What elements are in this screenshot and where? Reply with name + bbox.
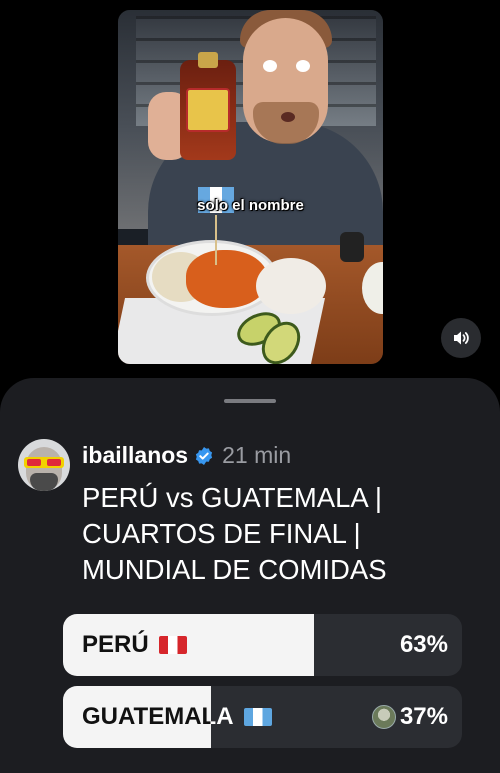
- sound-toggle-button[interactable]: [441, 318, 481, 358]
- poll-option-label-wrap: GUATEMALA: [82, 686, 272, 748]
- title-line: PERÚ vs GUATEMALA |: [82, 482, 383, 513]
- post-time: 21 min: [222, 442, 292, 468]
- video-caption: solo el nombre: [197, 197, 304, 214]
- poll-percent-text: 37%: [399, 703, 448, 730]
- poll-option-peru[interactable]: PERÚ 63%: [63, 614, 462, 676]
- poll-percent: 63%: [400, 614, 448, 676]
- video-frame: [118, 10, 383, 364]
- peru-flag-icon: [158, 636, 187, 654]
- poll-option-label: GUATEMALA: [82, 703, 234, 730]
- title-line: MUNDIAL DE COMIDAS: [82, 554, 387, 585]
- guatemala-flag-icon: [243, 708, 272, 726]
- poll-option-label: PERÚ: [82, 631, 149, 658]
- poll-percent: 37%: [371, 686, 448, 748]
- video-player[interactable]: solo el nombre: [118, 10, 383, 364]
- title-line: CUARTOS DE FINAL |: [82, 518, 361, 549]
- poll-option-label-wrap: PERÚ: [82, 614, 187, 676]
- voter-avatar: [371, 705, 396, 729]
- avatar[interactable]: [18, 439, 70, 491]
- poll-percent-text: 63%: [399, 631, 448, 658]
- speaker-icon: [454, 331, 469, 345]
- post-title: PERÚ vs GUATEMALA | CUARTOS DE FINAL | M…: [82, 480, 487, 588]
- sheet-grabber[interactable]: [224, 399, 276, 403]
- post-header: ibaillanos 21 min: [82, 442, 291, 469]
- verified-badge-icon: [195, 446, 213, 465]
- username[interactable]: ibaillanos: [82, 442, 188, 469]
- post-sheet: ibaillanos 21 min PERÚ vs GUATEMALA | CU…: [0, 378, 500, 773]
- poll-option-guatemala[interactable]: GUATEMALA 37%: [63, 686, 462, 748]
